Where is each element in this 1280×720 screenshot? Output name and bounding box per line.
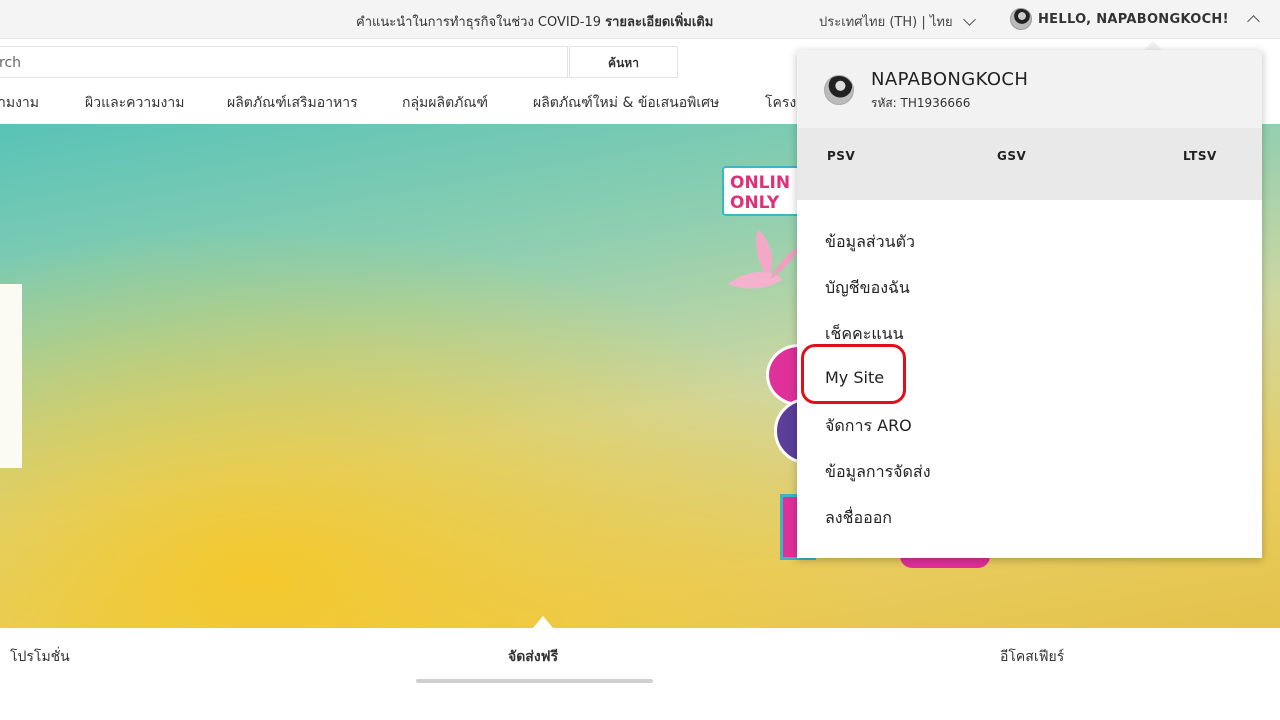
account-code: รหัส: TH1936666: [871, 96, 971, 110]
top-utility-bar: คำแนะนำในการทำธุรกิจในช่วง COVID-19 รายล…: [0, 0, 1280, 39]
active-tab-pointer: [533, 616, 553, 628]
account-name: NAPABONGKOCH: [871, 69, 1029, 90]
account-stats: PSV GSV LTSV: [797, 128, 1262, 200]
covid-text: คำแนะนำในการทำธุรกิจในช่วง COVID-19: [356, 15, 601, 30]
hero-panel-edge: [0, 284, 22, 468]
chevron-up-icon: [1246, 14, 1260, 28]
menu-item-shipping-info[interactable]: ข้อมูลการจัดส่ง: [825, 460, 931, 485]
tab-free-shipping[interactable]: จัดส่งฟรี: [508, 646, 558, 668]
nav-item-supplements[interactable]: ผลิตภัณฑ์เสริมอาหาร: [227, 92, 358, 114]
search-row: rch ค้นหา: [0, 46, 680, 80]
stat-psv: PSV: [827, 149, 856, 163]
flower-graphic: [728, 229, 803, 289]
account-dropdown: NAPABONGKOCH รหัส: TH1936666 PSV GSV LTS…: [797, 50, 1262, 558]
search-input[interactable]: rch: [0, 46, 568, 78]
nav-item-skin-beauty[interactable]: ผิวและความงาม: [85, 92, 184, 114]
country-selector[interactable]: ประเทศไทย (TH) | ไทย: [819, 11, 976, 32]
menu-item-sign-out[interactable]: ลงชื่อออก: [825, 506, 892, 531]
stat-gsv: GSV: [997, 149, 1027, 163]
nav-item-new-offers[interactable]: ผลิตภัณฑ์ใหม่ & ข้อเสนอพิเศษ: [533, 92, 719, 114]
promo-tabs: โปรโมชั่น จัดส่งฟรี อีโคสเฟียร์: [0, 628, 1280, 720]
online-only-badge: ONLIN ONLY: [722, 166, 802, 216]
nav-item-programs-partial[interactable]: โครง: [765, 92, 796, 114]
menu-item-manage-aro[interactable]: จัดการ ARO: [825, 414, 912, 439]
tab-ecosphere[interactable]: อีโคสเฟียร์: [1000, 646, 1064, 668]
covid-notice: คำแนะนำในการทำธุรกิจในช่วง COVID-19 รายล…: [356, 11, 713, 32]
tab-promotion[interactable]: โปรโมชั่น: [10, 646, 70, 668]
country-label: ประเทศไทย (TH) | ไทย: [819, 15, 953, 30]
menu-item-profile[interactable]: ข้อมูลส่วนตัว: [825, 230, 915, 255]
search-button[interactable]: ค้นหา: [569, 46, 678, 78]
avatar: [1010, 8, 1032, 30]
chevron-down-icon: [962, 13, 976, 26]
hello-label: HELLO, NAPABONGKOCH!: [1038, 11, 1229, 27]
nav-item-product-groups[interactable]: กลุ่มผลิตภัณฑ์: [402, 92, 488, 114]
menu-item-my-account[interactable]: บัญชีของฉัน: [825, 276, 910, 301]
my-site-highlight-annotation: [801, 344, 906, 404]
nav-item-beauty-partial[interactable]: ามงาม: [0, 92, 39, 114]
stat-ltsv: LTSV: [1183, 149, 1217, 163]
avatar: [824, 75, 854, 105]
covid-details-link[interactable]: รายละเอียดเพิ่มเติม: [605, 15, 713, 30]
account-header: NAPABONGKOCH รหัส: TH1936666: [797, 50, 1262, 128]
account-menu-toggle[interactable]: HELLO, NAPABONGKOCH!: [1010, 8, 1260, 30]
tab-indicator: [416, 679, 653, 683]
